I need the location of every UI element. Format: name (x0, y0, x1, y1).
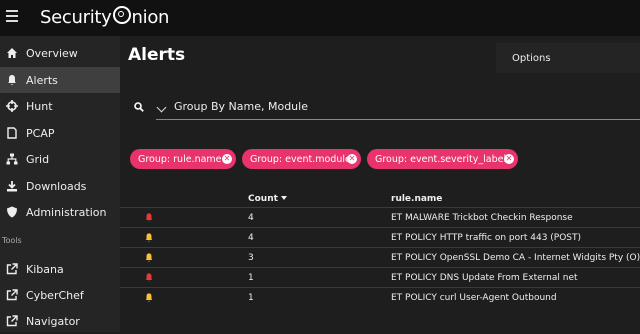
external-link-icon (5, 314, 19, 328)
bell-icon (145, 273, 153, 282)
column-header-count[interactable]: Count (248, 194, 287, 204)
groupby-value: Group By Name, Module (174, 100, 308, 113)
chip-event-severity-label[interactable]: Group: event.severity_label ✕ (367, 149, 518, 169)
sidebar-item-hunt[interactable]: Hunt (0, 93, 120, 119)
download-icon (5, 179, 19, 193)
close-icon[interactable]: ✕ (504, 154, 514, 164)
table-row[interactable]: 3 ET POLICY OpenSSL Demo CA - Internet Wi… (120, 247, 640, 268)
close-icon[interactable]: ✕ (347, 154, 357, 164)
sidebar-item-alerts[interactable]: Alerts (0, 67, 120, 93)
bell-icon (5, 73, 19, 87)
chip-event-module[interactable]: Group: event.module ✕ (242, 149, 361, 169)
count-cell: 4 (248, 213, 254, 223)
bell-icon (145, 213, 153, 222)
top-app-bar: Security nion (0, 0, 640, 36)
search-icon[interactable] (134, 102, 144, 112)
sidebar: Overview Alerts Hunt PCAP Grid Downloads… (0, 36, 120, 332)
bell-icon (145, 293, 153, 302)
sidebar-item-grid[interactable]: Grid (0, 146, 120, 172)
sort-desc-icon (280, 196, 287, 200)
close-icon[interactable]: ✕ (222, 154, 232, 164)
count-cell: 3 (248, 253, 254, 263)
rule-name-cell: ET POLICY DNS Update From External net (391, 273, 578, 283)
count-cell: 1 (248, 293, 254, 303)
menu-icon[interactable] (6, 10, 18, 24)
file-icon (5, 126, 19, 140)
bell-icon (145, 253, 153, 262)
groupby-select[interactable]: Group By Name, Module (156, 98, 640, 120)
sidebar-item-navigator[interactable]: Navigator (0, 308, 120, 334)
home-icon (5, 46, 19, 60)
rule-name-cell: ET POLICY OpenSSL Demo CA - Internet Wid… (391, 253, 640, 263)
table-row[interactable]: 4 ET MALWARE Trickbot Checkin Response (120, 207, 640, 228)
chevron-down-icon (156, 102, 167, 113)
shield-icon (5, 205, 19, 219)
rule-name-cell: ET MALWARE Trickbot Checkin Response (391, 213, 573, 223)
crosshairs-icon (5, 99, 19, 113)
sidebar-item-pcap[interactable]: PCAP (0, 120, 120, 146)
sidebar-item-overview[interactable]: Overview (0, 40, 120, 66)
options-button[interactable]: Options (496, 43, 640, 73)
rule-name-cell: ET POLICY curl User-Agent Outbound (391, 293, 557, 303)
count-cell: 4 (248, 233, 254, 243)
table-row[interactable]: 4 ET POLICY HTTP traffic on port 443 (POS… (120, 227, 640, 248)
sidebar-item-administration[interactable]: Administration (0, 199, 120, 225)
chip-rule-name[interactable]: Group: rule.name ✕ (130, 149, 236, 169)
tools-section-label: Tools (2, 236, 22, 245)
count-cell: 1 (248, 273, 254, 283)
column-header-rule-name[interactable]: rule.name (391, 194, 442, 204)
bell-icon (145, 233, 153, 242)
rule-name-cell: ET POLICY HTTP traffic on port 443 (POST… (391, 233, 582, 243)
table-row[interactable]: 1 ET POLICY curl User-Agent Outbound (120, 287, 640, 308)
table-row[interactable]: 1 ET POLICY DNS Update From External net (120, 267, 640, 288)
main-content: Alerts Options Group By Name, Module Gro… (120, 36, 640, 332)
sidebar-item-downloads[interactable]: Downloads (0, 173, 120, 199)
brand-logo: Security nion (40, 6, 170, 28)
sitemap-icon (5, 152, 19, 166)
sidebar-item-kibana[interactable]: Kibana (0, 256, 120, 282)
onion-logo-icon (112, 6, 131, 24)
sidebar-item-cyberchef[interactable]: CyberChef (0, 282, 120, 308)
page-title: Alerts (128, 45, 186, 65)
external-link-icon (5, 288, 19, 302)
external-link-icon (5, 262, 19, 276)
